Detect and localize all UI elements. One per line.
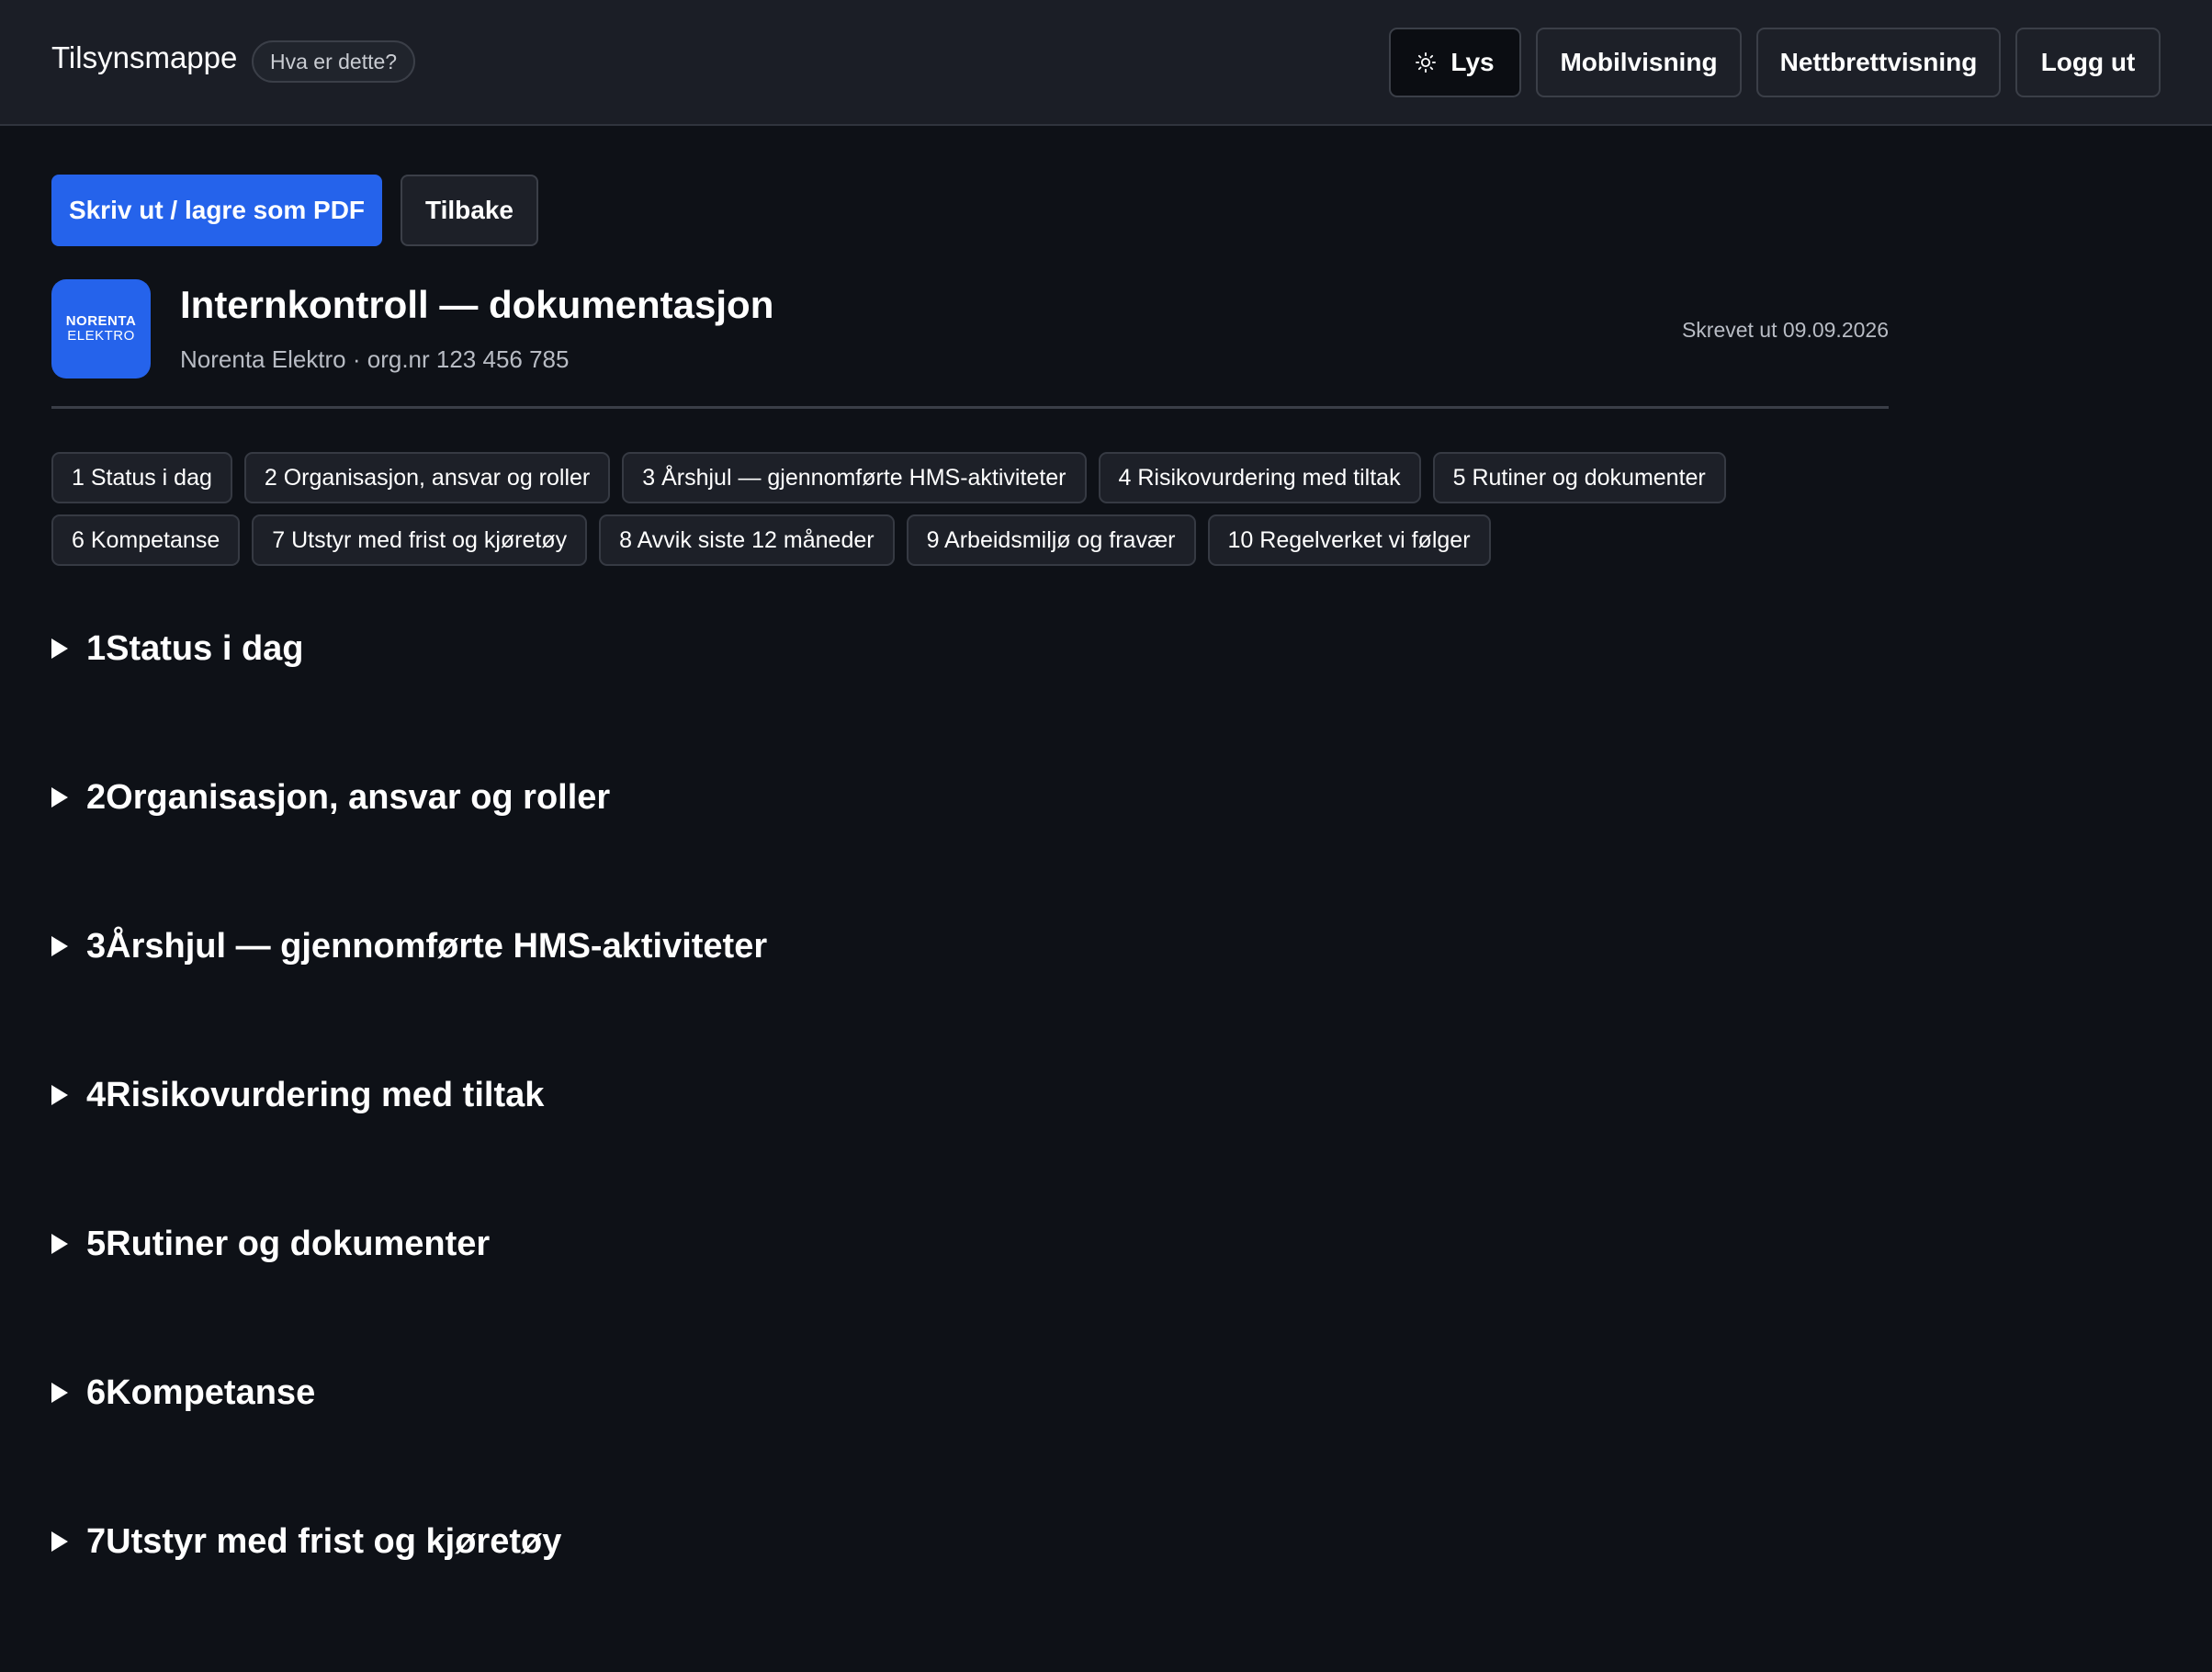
tablet-view-button[interactable]: Nettbrettvisning xyxy=(1756,28,2001,97)
section-risk-assessment[interactable]: 4 Risikovurdering med tiltak xyxy=(51,1077,1889,1226)
theme-toggle-label: Lys xyxy=(1450,48,1495,76)
expand-triangle-icon xyxy=(51,787,68,808)
section-title: Risikovurdering med tiltak xyxy=(106,1076,545,1114)
theme-toggle-button[interactable]: Lys xyxy=(1389,28,1521,97)
help-chip[interactable]: Hva er dette? xyxy=(252,40,416,83)
toc-chip-5[interactable]: 5 Rutiner og dokumenter xyxy=(1432,452,1726,503)
page-title: Internkontroll — dokumentasjon xyxy=(180,283,774,326)
toc-chip-3[interactable]: 3 Årshjul — gjennomførte HMS-aktiviteter xyxy=(622,452,1087,503)
expand-triangle-icon xyxy=(51,1531,68,1552)
toc-chip-2[interactable]: 2 Organisasjon, ansvar og roller xyxy=(243,452,611,503)
section-title: Årshjul — gjennomførte HMS-aktiviteter xyxy=(106,927,768,966)
toc-chip-7[interactable]: 7 Utstyr med frist og kjøretøy xyxy=(252,514,588,566)
section-number: 6 xyxy=(86,1373,107,1412)
toc-row-1: 1 Status i dag 2 Organisasjon, ansvar og… xyxy=(51,452,1889,503)
toc-chip-9[interactable]: 9 Arbeidsmiljø og fravær xyxy=(906,514,1196,566)
sun-icon xyxy=(1416,52,1437,73)
section-title: Kompetanse xyxy=(106,1373,316,1412)
expand-triangle-icon xyxy=(51,1234,68,1254)
expand-triangle-icon xyxy=(51,638,68,659)
section-status[interactable]: 1 Status i dag xyxy=(51,630,1889,779)
section-equipment[interactable]: 7 Utstyr med frist og kjøretøy xyxy=(51,1523,1889,1672)
toc-chip-1[interactable]: 1 Status i dag xyxy=(51,452,232,503)
toc-chip-4[interactable]: 4 Risikovurdering med tiltak xyxy=(1098,452,1421,503)
section-annual-wheel[interactable]: 3 Årshjul — gjennomførte HMS-aktiviteter xyxy=(51,928,1889,1077)
section-number: 5 xyxy=(86,1225,107,1263)
toc-row-2: 6 Kompetanse 7 Utstyr med frist og kjøre… xyxy=(51,514,1889,566)
collapsible-sections: 1 Status i dag 2 Organisasjon, ansvar og r… xyxy=(51,630,1889,1672)
table-of-contents: 1 Status i dag 2 Organisasjon, ansvar og… xyxy=(51,452,1889,577)
printed-date: Skrevet ut 09.09.2026 xyxy=(1681,318,1889,342)
company-logo: NORENTA ELEKTRO xyxy=(51,279,151,378)
section-number: 3 xyxy=(86,927,107,966)
section-title: Organisasjon, ansvar og roller xyxy=(106,778,611,817)
toc-chip-8[interactable]: 8 Avvik siste 12 måneder xyxy=(599,514,895,566)
mobile-view-button[interactable]: Mobilvisning xyxy=(1536,28,1742,97)
section-organisation[interactable]: 2 Organisasjon, ansvar og roller xyxy=(51,779,1889,928)
section-number: 1 xyxy=(86,629,107,668)
section-routines[interactable]: 5 Rutiner og dokumenter xyxy=(51,1226,1889,1374)
divider xyxy=(51,406,1889,409)
expand-triangle-icon xyxy=(51,1383,68,1403)
print-pdf-button[interactable]: Skriv ut / lagre som PDF xyxy=(51,175,382,246)
expand-triangle-icon xyxy=(51,936,68,956)
section-title: Utstyr med frist og kjøretøy xyxy=(106,1522,562,1561)
company-subtitle: Norenta Elektro · org.nr 123 456 785 xyxy=(180,345,570,373)
top-navigation-bar: Tilsynsmappe Hva er dette? Lys Mobilvisn… xyxy=(0,0,2212,126)
toc-chip-6[interactable]: 6 Kompetanse xyxy=(51,514,241,566)
section-number: 2 xyxy=(86,778,107,817)
section-number: 4 xyxy=(86,1076,107,1114)
app-brand[interactable]: Tilsynsmappe xyxy=(51,40,237,75)
toc-chip-10[interactable]: 10 Regelverket vi følger xyxy=(1207,514,1491,566)
section-title: Rutiner og dokumenter xyxy=(106,1225,491,1263)
back-button[interactable]: Tilbake xyxy=(401,175,538,246)
logout-button[interactable]: Logg ut xyxy=(2015,28,2161,97)
expand-triangle-icon xyxy=(51,1085,68,1105)
logo-line-1: NORENTA xyxy=(65,313,137,330)
section-competence[interactable]: 6 Kompetanse xyxy=(51,1374,1889,1523)
section-number: 7 xyxy=(86,1522,107,1561)
logo-line-2: ELEKTRO xyxy=(67,328,135,344)
section-title: Status i dag xyxy=(106,629,304,668)
